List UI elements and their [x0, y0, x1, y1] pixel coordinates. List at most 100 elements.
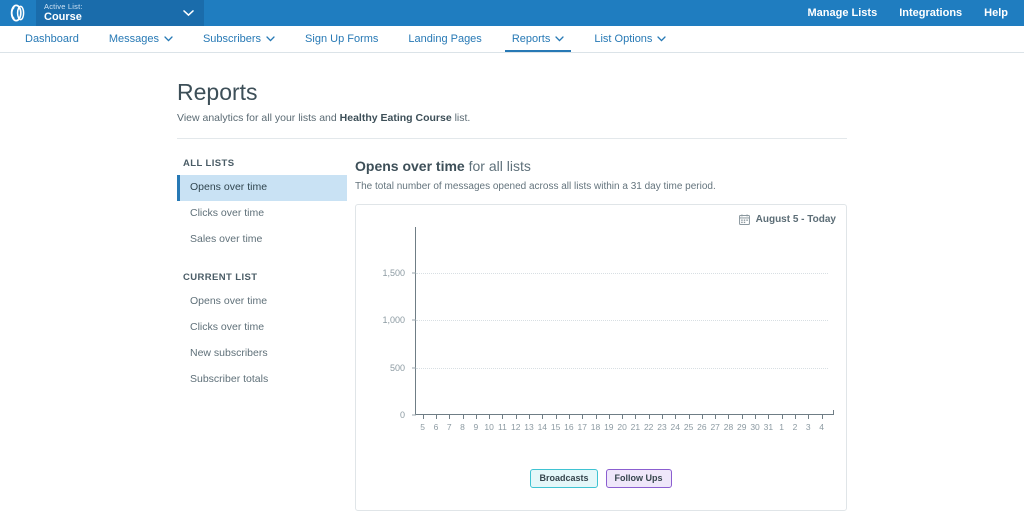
- x-axis-tick-label: 3: [802, 422, 815, 432]
- x-axis-tick-label: 18: [589, 422, 602, 432]
- chart-bar-column[interactable]: [775, 235, 788, 415]
- chart-bar-column[interactable]: [549, 235, 562, 415]
- active-list-selector[interactable]: Active List: Course: [36, 0, 204, 26]
- sidebar-item-label: Clicks over time: [190, 321, 264, 333]
- nav-label-landing-pages: Landing Pages: [408, 33, 481, 45]
- sidebar-item-current-opens-over-time[interactable]: Opens over time: [177, 289, 347, 315]
- secondary-navigation: Dashboard Messages Subscribers Sign Up F…: [0, 26, 1024, 53]
- nav-item-landing-pages[interactable]: Landing Pages: [393, 26, 496, 52]
- chevron-down-icon: [555, 36, 564, 42]
- sidebar-item-new-subscribers[interactable]: New subscribers: [177, 341, 347, 367]
- legend-broadcasts[interactable]: Broadcasts: [530, 469, 597, 488]
- nav-item-list-options[interactable]: List Options: [579, 26, 681, 52]
- chart-bar-column[interactable]: [722, 235, 735, 415]
- nav-label-sign-up-forms: Sign Up Forms: [305, 33, 378, 45]
- sidebar-group-all-lists: ALL LISTS: [177, 158, 347, 175]
- x-axis-tick-label: 2: [788, 422, 801, 432]
- panel-title: Opens over time for all lists: [355, 158, 847, 174]
- x-axis-tick-label: 4: [815, 422, 828, 432]
- x-axis-tick-label: 13: [522, 422, 535, 432]
- chart-bar-column[interactable]: [416, 235, 429, 415]
- x-axis-tick-label: 24: [669, 422, 682, 432]
- chart-bar-column[interactable]: [655, 235, 668, 415]
- sidebar-item-label: Opens over time: [190, 295, 267, 307]
- app-logo[interactable]: [0, 0, 36, 26]
- panel-subtitle: The total number of messages opened acro…: [355, 181, 847, 192]
- page-subtitle: View analytics for all your lists and He…: [177, 112, 847, 124]
- x-axis-tick-label: 12: [509, 422, 522, 432]
- chart-bar-column[interactable]: [589, 235, 602, 415]
- sidebar-item-all-clicks-over-time[interactable]: Clicks over time: [177, 201, 347, 227]
- chart-bar-column[interactable]: [429, 235, 442, 415]
- chart-bar-column[interactable]: [443, 235, 456, 415]
- x-axis-tick-label: 31: [762, 422, 775, 432]
- integrations-link[interactable]: Integrations: [899, 7, 962, 19]
- chart-bar-column[interactable]: [576, 235, 589, 415]
- chart-bar-column[interactable]: [562, 235, 575, 415]
- chart-bar-column[interactable]: [522, 235, 535, 415]
- chart-bar-column[interactable]: [496, 235, 509, 415]
- x-axis-tick-label: 30: [748, 422, 761, 432]
- panel-title-light: for all lists: [465, 158, 531, 174]
- nav-item-subscribers[interactable]: Subscribers: [188, 26, 290, 52]
- chart-bar-column[interactable]: [748, 235, 761, 415]
- x-axis-tick-label: 7: [443, 422, 456, 432]
- date-range-selector[interactable]: August 5 - Today: [739, 214, 836, 225]
- x-axis-tick-label: 6: [429, 422, 442, 432]
- calendar-icon: [739, 214, 750, 225]
- y-axis-tick-label: 500: [390, 363, 405, 373]
- nav-item-reports[interactable]: Reports: [497, 26, 580, 52]
- nav-item-dashboard[interactable]: Dashboard: [10, 26, 94, 52]
- nav-item-sign-up-forms[interactable]: Sign Up Forms: [290, 26, 393, 52]
- chart-bar-column[interactable]: [482, 235, 495, 415]
- chart-bar-column[interactable]: [815, 235, 828, 415]
- x-axis-tick-label: 15: [549, 422, 562, 432]
- chart-bar-column[interactable]: [536, 235, 549, 415]
- sidebar-item-all-sales-over-time[interactable]: Sales over time: [177, 227, 347, 253]
- sidebar-item-all-opens-over-time[interactable]: Opens over time: [177, 175, 347, 201]
- x-axis-tick-label: 29: [735, 422, 748, 432]
- x-axis-tick-label: 11: [496, 422, 509, 432]
- chart-bar-column[interactable]: [509, 235, 522, 415]
- chart-bar-column[interactable]: [709, 235, 722, 415]
- chart-bar-column[interactable]: [695, 235, 708, 415]
- chart-bar-column[interactable]: [615, 235, 628, 415]
- nav-item-messages[interactable]: Messages: [94, 26, 188, 52]
- sidebar-item-current-clicks-over-time[interactable]: Clicks over time: [177, 315, 347, 341]
- y-axis-tick-label: 1,500: [382, 268, 405, 278]
- chart-legend: Broadcasts Follow Ups: [356, 469, 846, 488]
- nav-label-reports: Reports: [512, 33, 551, 45]
- chart-bar-column[interactable]: [469, 235, 482, 415]
- chart-bar-column[interactable]: [762, 235, 775, 415]
- page-header: Reports View analytics for all your list…: [177, 53, 847, 124]
- x-axis-tick-label: 20: [615, 422, 628, 432]
- top-right-links: Manage Lists Integrations Help: [808, 0, 1024, 26]
- reports-sidebar: ALL LISTS Opens over time Clicks over ti…: [177, 158, 347, 511]
- chart-bar-column[interactable]: [602, 235, 615, 415]
- chart-bar-column[interactable]: [669, 235, 682, 415]
- chart-bar-column[interactable]: [629, 235, 642, 415]
- chart-bar-column[interactable]: [788, 235, 801, 415]
- x-axis-tick-label: 21: [629, 422, 642, 432]
- sidebar-item-label: Subscriber totals: [190, 373, 268, 385]
- sidebar-item-label: New subscribers: [190, 347, 268, 359]
- chart-bar-column[interactable]: [642, 235, 655, 415]
- x-axis-tick-label: 8: [456, 422, 469, 432]
- x-axis-tick-label: 17: [576, 422, 589, 432]
- help-link[interactable]: Help: [984, 7, 1008, 19]
- active-list-value: Course: [44, 12, 83, 23]
- page-subtitle-list-name: Healthy Eating Course: [340, 112, 452, 124]
- legend-followups[interactable]: Follow Ups: [606, 469, 672, 488]
- chart-bar-column[interactable]: [682, 235, 695, 415]
- report-panel: Opens over time for all lists The total …: [347, 158, 847, 511]
- x-axis-tick-label: 5: [416, 422, 429, 432]
- nav-label-messages: Messages: [109, 33, 159, 45]
- opens-over-time-chart: 05001,0001,500 5678910111213141516171819…: [364, 235, 838, 437]
- chevron-down-icon: [266, 36, 275, 42]
- chart-bar-column[interactable]: [802, 235, 815, 415]
- manage-lists-link[interactable]: Manage Lists: [808, 7, 878, 19]
- sidebar-item-label: Opens over time: [190, 181, 267, 193]
- chart-bar-column[interactable]: [456, 235, 469, 415]
- sidebar-item-subscriber-totals[interactable]: Subscriber totals: [177, 367, 347, 393]
- chart-bar-column[interactable]: [735, 235, 748, 415]
